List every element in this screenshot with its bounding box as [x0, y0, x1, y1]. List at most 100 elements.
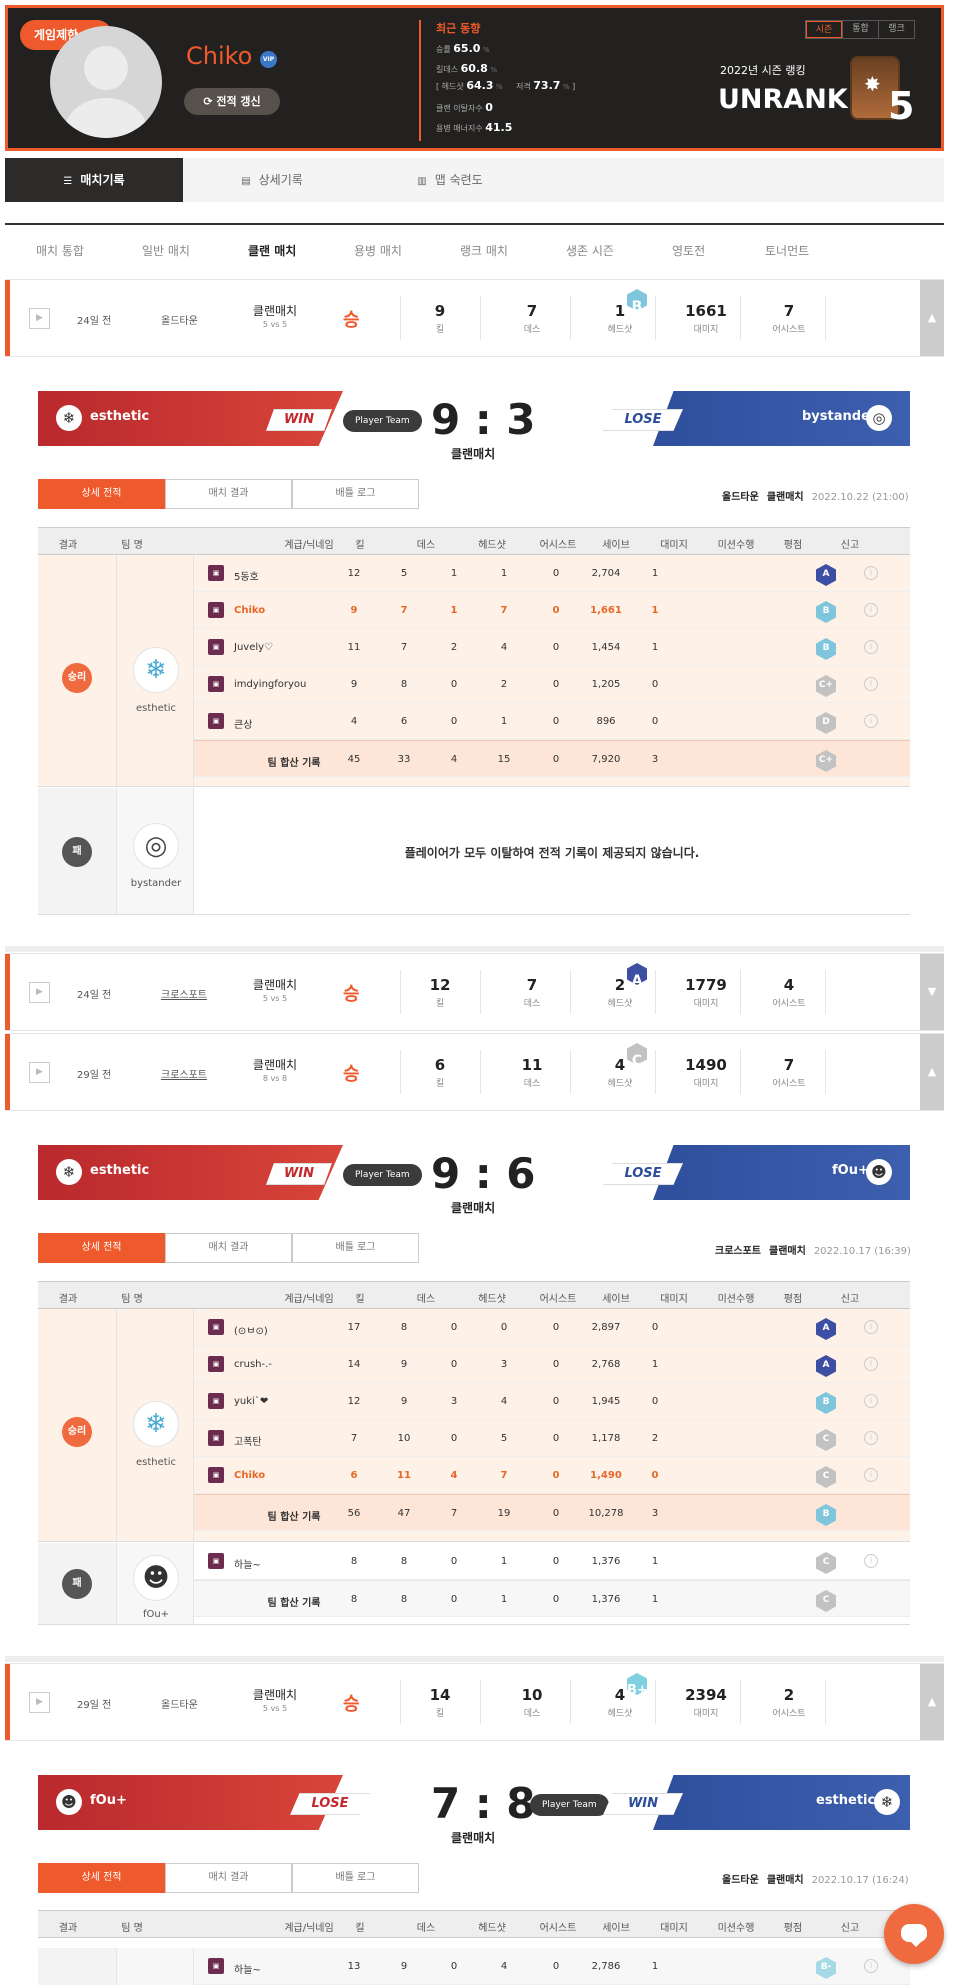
report-icon[interactable]: i — [864, 1554, 878, 1568]
match-mode: 5 vs 5 — [262, 994, 288, 1003]
tab-battle-log[interactable]: 배틀 로그 — [292, 1233, 419, 1263]
column-header: 평점 — [783, 540, 803, 551]
player-row[interactable]: ▣ 하늘~ 8 8 0 1 0 1,376 1 Ci — [194, 1543, 910, 1580]
stat-cell: 2 — [651, 1433, 659, 1444]
player-row[interactable]: ▣ 하늘~ 13 9 0 4 0 2,786 1 B-i — [194, 1948, 910, 1985]
team-total-row: 팀 합산 기록 56 47 7 19 0 10,278 3 B — [194, 1494, 910, 1531]
tab-match-result[interactable]: 매치 결과 — [165, 1233, 292, 1263]
rank-icon: ▣ — [208, 565, 224, 581]
rank-icon: ▣ — [208, 676, 224, 692]
winrate-stat: 승률 65.0 % — [436, 42, 490, 55]
nav-all[interactable]: 매치 통합 — [36, 242, 84, 259]
tab-detail-stats[interactable]: 상세 전적 — [38, 1233, 165, 1263]
match-map[interactable]: 크로스포트 — [161, 1066, 207, 1081]
nav-normal[interactable]: 일반 매치 — [142, 242, 190, 259]
column-header: 헤드샷 — [478, 540, 506, 551]
grade-icon: C+ — [816, 750, 836, 772]
match-type-label: 클랜매치 — [451, 1201, 496, 1215]
match-row[interactable]: ▶ 29일 전 크로스포트 클랜매치 8 vs 8 승 6킬 11 데스 4 헤드샷… — [5, 1033, 944, 1111]
refresh-record-button[interactable]: ⟳ 전적 갱신 — [184, 88, 280, 115]
report-icon[interactable]: i — [864, 1468, 878, 1482]
win-tag: WIN — [266, 1163, 332, 1185]
team-label: esthetic — [136, 703, 176, 714]
report-icon[interactable]: i — [864, 640, 878, 654]
tab-match-result[interactable]: 매치 결과 — [165, 479, 292, 509]
death-stat: 7 데스 — [523, 302, 541, 335]
stat-cell: 4 — [500, 642, 508, 653]
tab-detail-record[interactable]: ▤ 상세기록 — [183, 158, 361, 202]
divider — [5, 1656, 944, 1662]
report-icon[interactable]: i — [864, 603, 878, 617]
column-header: 어시스트 — [539, 1923, 577, 1934]
nav-survival[interactable]: 생존 시즌 — [566, 242, 614, 259]
stat-cell: 4 — [500, 1961, 508, 1972]
player-row[interactable]: ▣ yuki`❤ 12 9 3 4 0 1,945 0 Bi — [194, 1383, 910, 1420]
player-row[interactable]: ▣ Juvely♡ 11 7 2 4 0 1,454 1 Bi — [194, 629, 910, 666]
stat-cell: 1 — [651, 1961, 659, 1972]
player-row[interactable]: ▣ 고폭탄 7 10 0 5 0 1,178 2 Ci — [194, 1420, 910, 1457]
rank-icon: ▣ — [208, 1553, 224, 1569]
report-icon[interactable]: i — [864, 1431, 878, 1445]
tab-map-proficiency[interactable]: ▥ 맵 숙련도 — [361, 158, 539, 202]
report-icon[interactable]: i — [864, 566, 878, 580]
replay-icon[interactable]: ▶ — [29, 308, 50, 329]
tab-rank[interactable]: 랭크 — [878, 21, 914, 38]
player-row[interactable]: ▣ crush-.- 14 9 0 3 0 2,768 1 Ai — [194, 1346, 910, 1383]
match-meta: 크로스포트 클랜매치 2022.10.17 (16:39) — [715, 1246, 911, 1257]
vip-badge-icon: VIP — [260, 51, 277, 68]
report-icon[interactable]: i — [864, 677, 878, 691]
match-map: 올드타운 — [161, 1700, 198, 1711]
collapse-icon[interactable]: ▲ — [920, 1034, 944, 1110]
tab-total[interactable]: 통합 — [842, 21, 878, 38]
report-icon[interactable]: i — [864, 1959, 878, 1973]
grade-icon: C — [816, 1590, 836, 1612]
collapse-icon[interactable]: ▲ — [920, 280, 944, 356]
match-map[interactable]: 크로스포트 — [161, 986, 207, 1001]
replay-icon[interactable]: ▶ — [29, 1692, 50, 1713]
player-row[interactable]: ▣ 큰상 4 6 0 1 0 896 0 Di — [194, 703, 910, 740]
table-header: 결과 팀 명 계급/닉네임 킬 데스 헤드샷 어시스트 세이브 대미지 미션수행 평점 신고 — [38, 1281, 910, 1309]
team-emblem-icon: ❄ — [874, 1789, 900, 1815]
player-name: Chiko — [186, 42, 253, 70]
stat-cell: 0 — [651, 1470, 659, 1481]
match-row[interactable]: ▶ 29일 전 올드타운 클랜매치 5 vs 5 승 14 킬 10 데스 4 헤드샷… — [5, 1663, 944, 1741]
tab-detail-stats[interactable]: 상세 전적 — [38, 479, 165, 509]
expand-icon[interactable]: ▼ — [920, 954, 944, 1030]
match-row[interactable]: ▶ 24일 전 올드타운 클랜매치 5 vs 5 승 9킬 7 데스 1 헤드샷 1… — [5, 279, 944, 357]
tab-battle-log[interactable]: 배틀 로그 — [292, 1863, 419, 1893]
rank-number: 5 — [888, 84, 915, 128]
stat-cell: 0 — [500, 1322, 508, 1333]
rank-icon: ▣ — [208, 1430, 224, 1446]
tab-match-result[interactable]: 매치 결과 — [165, 1863, 292, 1893]
match-row[interactable]: ▶ 24일 전 크로스포트 클랜매치 5 vs 5 승 12 킬 7 데스 2 헤드샷… — [5, 953, 944, 1031]
chat-button[interactable] — [884, 1904, 944, 1964]
player-row[interactable]: ▣ (⊙ㅂ⊙) 17 8 0 0 0 2,897 0 Ai — [194, 1309, 910, 1346]
collapse-icon[interactable]: ▲ — [920, 1664, 944, 1740]
column-header: 헤드샷 — [478, 1923, 506, 1934]
nav-clan[interactable]: 클랜 매치 — [248, 242, 296, 259]
assist-stat: 2 어시스트 — [772, 1686, 806, 1719]
left-team-name: esthetic — [90, 1163, 150, 1178]
replay-icon[interactable]: ▶ — [29, 1062, 50, 1083]
column-header: 미션수행 — [717, 1294, 755, 1305]
report-icon[interactable]: i — [864, 1357, 878, 1371]
tab-detail-stats[interactable]: 상세 전적 — [38, 1863, 165, 1893]
nav-rank[interactable]: 랭크 매치 — [460, 242, 508, 259]
nav-territory[interactable]: 영토전 — [672, 242, 705, 259]
tab-battle-log[interactable]: 배틀 로그 — [292, 479, 419, 509]
replay-icon[interactable]: ▶ — [29, 982, 50, 1003]
grade-icon: C — [816, 1466, 836, 1488]
player-row[interactable]: ▣ imdyingforyou 9 8 0 2 0 1,205 0 C+ i — [194, 666, 910, 703]
tab-match-record[interactable]: ☰ 매치기록 — [5, 158, 183, 202]
player-row[interactable]: ▣ Chiko 6 11 4 7 0 1,490 0 Ci — [194, 1457, 910, 1494]
tab-season[interactable]: 시즌 — [806, 21, 842, 38]
divider — [5, 223, 944, 225]
report-icon[interactable]: i — [864, 714, 878, 728]
report-icon[interactable]: i — [864, 1394, 878, 1408]
player-row[interactable]: ▣ 5동호 12 5 1 1 0 2,704 1 Ai — [194, 555, 910, 592]
score: 9 : 6 — [431, 1149, 536, 1198]
nav-merc[interactable]: 용병 매치 — [354, 242, 402, 259]
nav-tournament[interactable]: 토너먼트 — [765, 242, 809, 259]
player-row[interactable]: ▣ Chiko 9 7 1 7 0 1,661 1 Bi — [194, 592, 910, 629]
report-icon[interactable]: i — [864, 1320, 878, 1334]
